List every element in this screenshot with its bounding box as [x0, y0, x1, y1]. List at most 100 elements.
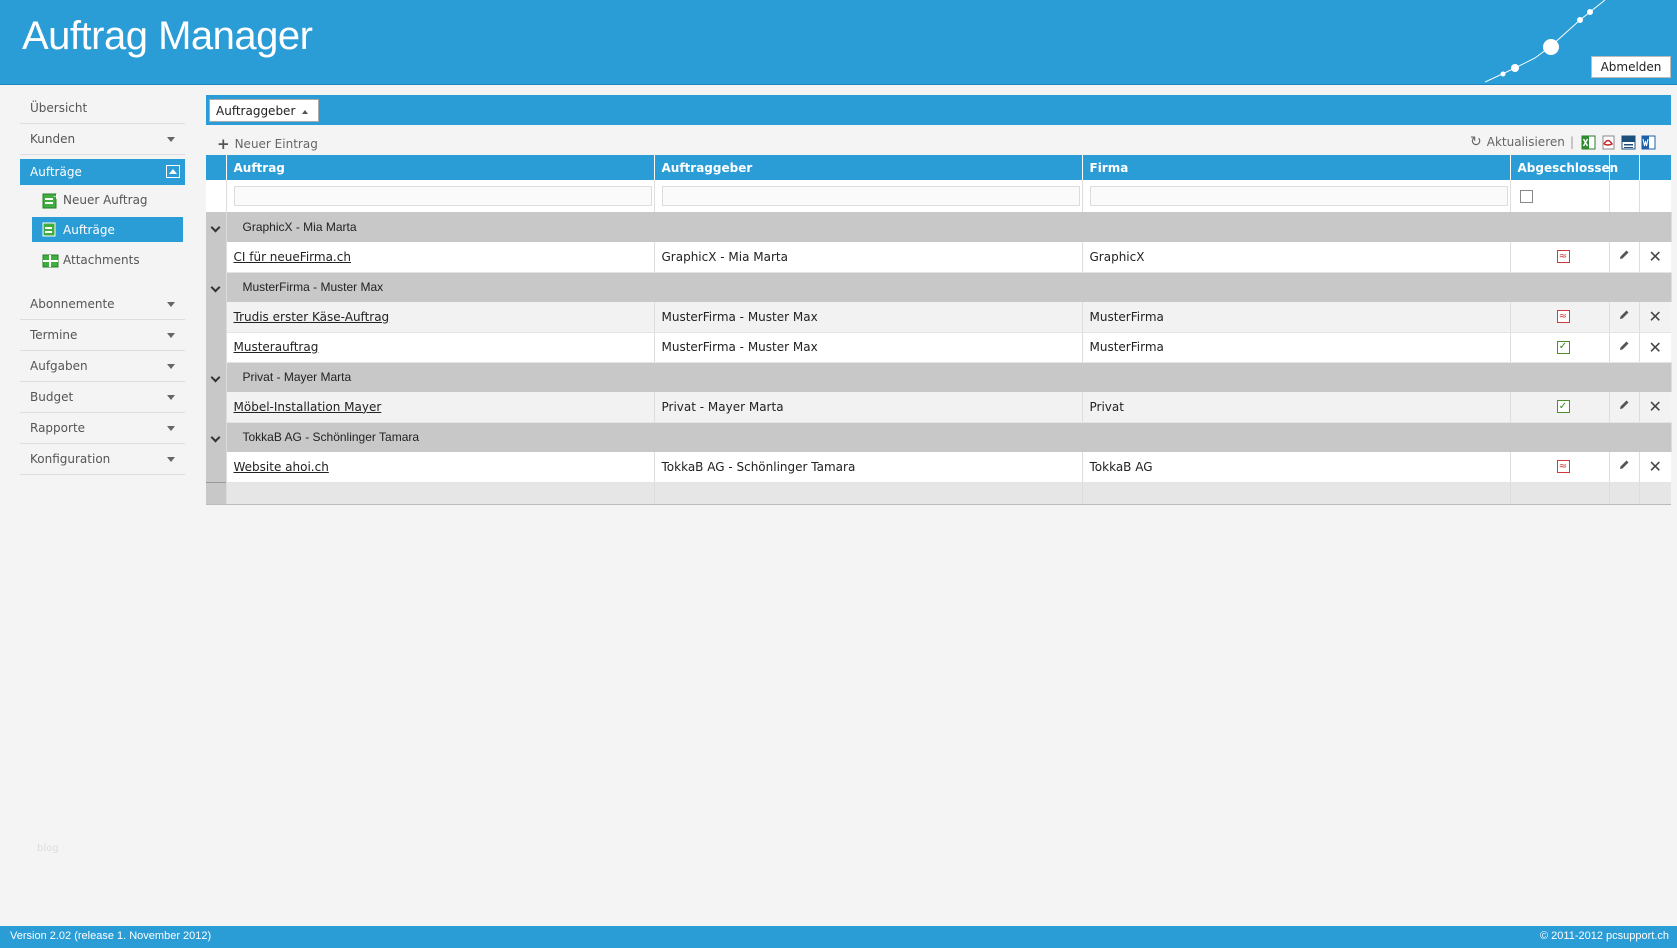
edit-button[interactable] [1609, 302, 1640, 333]
group-row: GraphicX - Mia Marta [206, 212, 1672, 242]
cell-auftraggeber: GraphicX - Mia Marta [654, 242, 1083, 273]
csv-export-icon[interactable] [1621, 135, 1636, 150]
status-open-icon: ≈ [1556, 460, 1570, 474]
sidebar-item-aufgaben[interactable]: Aufgaben [20, 351, 185, 382]
delete-button[interactable]: ✕ [1639, 332, 1671, 363]
group-row: MusterFirma - Muster Max [206, 272, 1672, 302]
status-open-icon: ≈ [1556, 310, 1570, 324]
filter-abgeschlossen-checkbox[interactable] [1519, 189, 1533, 203]
table-header-row: Auftrag Auftraggeber Firma Abgeschlossen [206, 155, 1671, 180]
delete-x-icon: ✕ [1648, 307, 1662, 327]
chevron-down-icon [167, 364, 175, 369]
word-export-icon[interactable] [1641, 135, 1656, 150]
delete-button[interactable]: ✕ [1639, 452, 1671, 483]
sidebar-item-budget[interactable]: Budget [20, 382, 185, 413]
group-title: TokkaB AG - Schönlinger Tamara [226, 422, 1672, 452]
edit-pencil-icon [1620, 400, 1629, 410]
cell-firma: TokkaB AG [1082, 452, 1511, 483]
delete-button[interactable]: ✕ [1639, 392, 1671, 423]
edit-pencil-icon [1620, 310, 1629, 320]
order-link[interactable]: Möbel-Installation Mayer [234, 400, 382, 414]
delete-button[interactable]: ✕ [1639, 302, 1671, 333]
order-link[interactable]: Musterauftrag [234, 340, 319, 354]
cell-auftraggeber: MusterFirma - Muster Max [654, 302, 1083, 333]
chevron-down-icon [210, 432, 221, 443]
edit-button[interactable] [1609, 332, 1640, 363]
sidebar-item-label: Aufgaben [30, 359, 88, 373]
header-decoration [1485, 0, 1605, 83]
group-toggle-button[interactable] [206, 362, 227, 392]
sidebar-item-auftraege[interactable]: Aufträge [20, 159, 185, 185]
refresh-button[interactable]: ↻ Aktualisieren [1470, 134, 1565, 150]
chevron-down-icon [210, 222, 221, 233]
sidebar-item-uebersicht[interactable]: Übersicht [20, 93, 185, 124]
edit-button[interactable] [1609, 392, 1640, 423]
order-link[interactable]: CI für neueFirma.ch [234, 250, 351, 264]
group-title: Privat - Mayer Marta [226, 362, 1672, 392]
group-by-chip[interactable]: Auftraggeber [209, 99, 320, 122]
logout-button[interactable]: Abmelden [1591, 56, 1671, 78]
app-header: Auftrag Manager Abmelden [0, 0, 1677, 85]
sidebar-item-rapporte[interactable]: Rapporte [20, 413, 185, 444]
group-title: MusterFirma - Muster Max [226, 272, 1672, 302]
group-indent-header [206, 155, 227, 180]
cell-firma: Privat [1082, 392, 1511, 423]
version-text: Version 2.02 (release 1. November 2012) [10, 930, 212, 942]
cell-firma: GraphicX [1082, 242, 1511, 273]
sidebar-item-label: Rapporte [30, 421, 86, 435]
filter-firma-input[interactable] [1089, 186, 1508, 206]
edit-pencil-icon [1620, 341, 1629, 350]
table-row: Website ahoi.ch TokkaB AG - Schönlinger … [206, 452, 1671, 483]
delete-x-icon: ✕ [1648, 457, 1662, 477]
new-document-icon: + [42, 192, 59, 209]
toolbar-separator: | [1570, 135, 1575, 149]
attachment-icon [42, 252, 59, 269]
sidebar-item-termine[interactable]: Termine [20, 320, 185, 351]
order-link[interactable]: Trudis erster Käse-Auftrag [234, 310, 390, 324]
order-link[interactable]: Website ahoi.ch [234, 460, 329, 474]
sidebar-subitem-auftraege[interactable]: Aufträge [32, 217, 183, 242]
filter-auftrag-input[interactable] [233, 186, 652, 206]
group-row: TokkaB AG - Schönlinger Tamara [206, 422, 1672, 452]
grouping-bar: Auftraggeber [206, 95, 1671, 125]
delete-x-icon: ✕ [1648, 247, 1662, 267]
cell-firma: MusterFirma [1082, 332, 1511, 363]
column-header-auftraggeber[interactable]: Auftraggeber [654, 155, 1083, 180]
filter-auftraggeber-input[interactable] [661, 186, 1080, 206]
column-header-firma[interactable]: Firma [1082, 155, 1511, 180]
status-done-checkmark-icon: ✓ [1556, 340, 1570, 354]
sidebar-item-kunden[interactable]: Kunden [20, 124, 185, 155]
sidebar-subitem-neuer-auftrag[interactable]: + Neuer Auftrag [20, 185, 185, 215]
app-title: Auftrag Manager [22, 14, 313, 58]
chevron-down-icon [167, 395, 175, 400]
sidebar-item-abonnemente[interactable]: Abonnemente [20, 289, 185, 320]
new-entry-button[interactable]: + Neuer Eintrag [217, 135, 318, 153]
column-header-auftrag[interactable]: Auftrag [226, 155, 655, 180]
excel-export-icon[interactable] [1581, 135, 1596, 150]
sidebar-item-label: Abonnemente [30, 297, 115, 311]
chevron-down-icon [167, 302, 175, 307]
group-toggle-button[interactable] [206, 212, 227, 242]
blog-link[interactable]: blog [37, 843, 59, 854]
edit-button[interactable] [1609, 452, 1640, 483]
new-entry-label: Neuer Eintrag [234, 137, 318, 151]
collapse-icon[interactable] [166, 165, 180, 178]
table-row: Trudis erster Käse-Auftrag MusterFirma -… [206, 302, 1671, 333]
sidebar-item-label: Aufträge [30, 165, 82, 179]
edit-button[interactable] [1609, 242, 1640, 273]
refresh-label: Aktualisieren [1486, 135, 1565, 149]
delete-button[interactable]: ✕ [1639, 242, 1671, 273]
group-toggle-button[interactable] [206, 422, 227, 452]
group-toggle-button[interactable] [206, 272, 227, 302]
copyright-text: © 2011-2012 pcsupport.ch [1540, 930, 1669, 942]
sidebar-subitem-label: Neuer Auftrag [63, 193, 148, 207]
chevron-down-icon [167, 333, 175, 338]
chevron-down-icon [167, 426, 175, 431]
cell-auftraggeber: TokkaB AG - Schönlinger Tamara [654, 452, 1083, 483]
table-row: Musterauftrag MusterFirma - Muster Max M… [206, 332, 1671, 363]
sidebar-item-konfiguration[interactable]: Konfiguration [20, 444, 185, 475]
group-title: GraphicX - Mia Marta [226, 212, 1672, 242]
pdf-export-icon[interactable] [1601, 135, 1616, 150]
column-header-abgeschlossen[interactable]: Abgeschlossen [1510, 155, 1618, 180]
sidebar-subitem-attachments[interactable]: Attachments [20, 245, 185, 275]
